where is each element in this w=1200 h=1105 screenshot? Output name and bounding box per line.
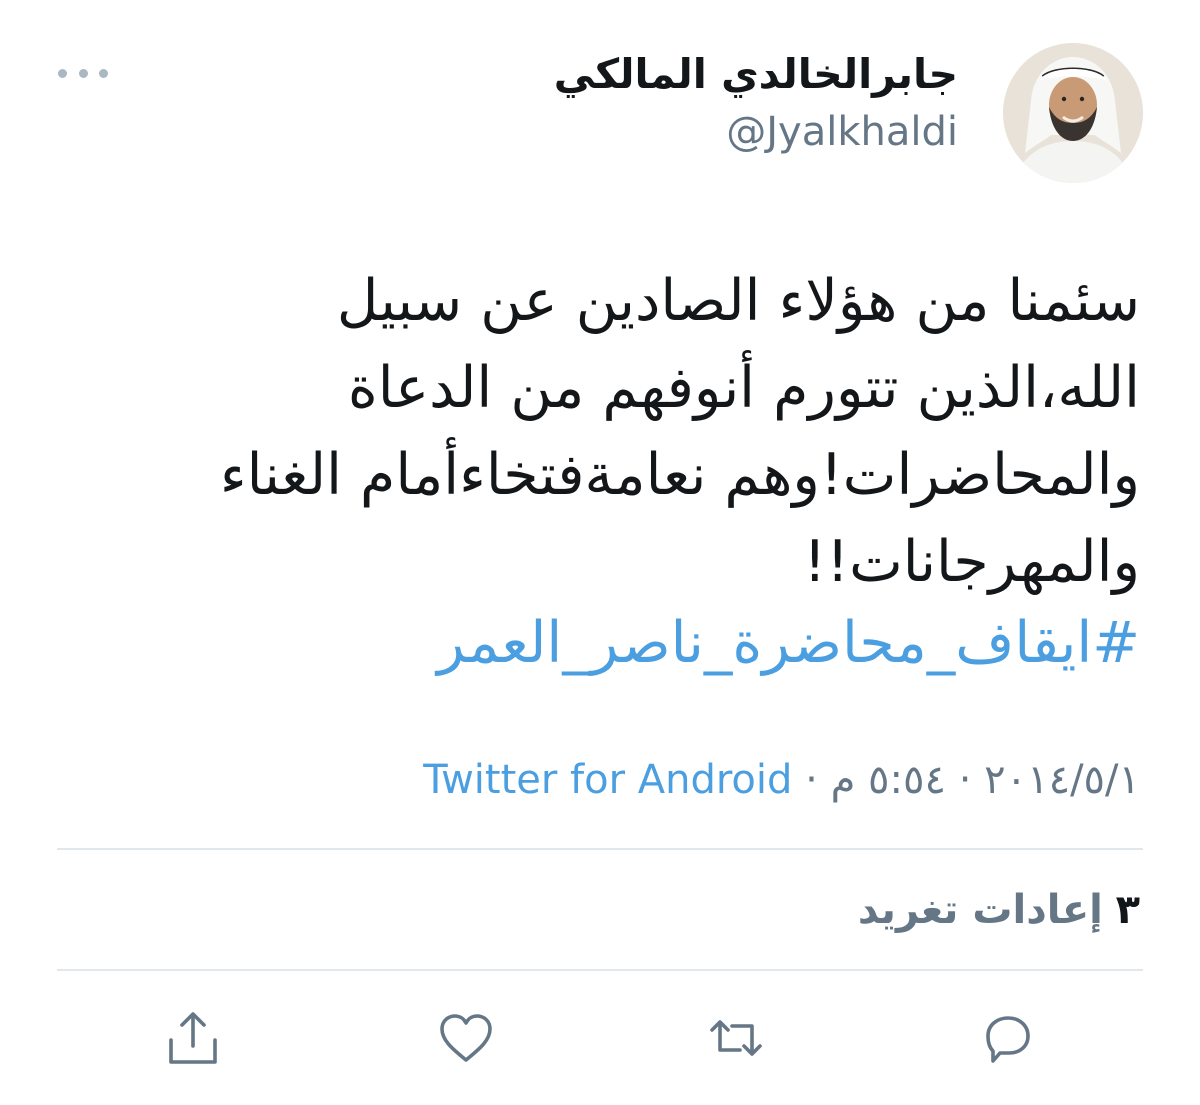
hashtag-link[interactable]: #ايقاف_محاضرة_ناصر_العمر (55, 600, 1140, 687)
meta-separator: · (958, 757, 972, 803)
reply-button[interactable] (976, 1006, 1040, 1070)
divider (57, 969, 1143, 971)
retweet-button[interactable] (704, 1006, 768, 1070)
like-icon (440, 1014, 492, 1062)
tweet-meta: ٢٠١٤/٥/١ · ٥:٥٤ م · Twitter for Android (55, 752, 1140, 808)
avatar-image (1003, 43, 1143, 183)
retweet-icon (710, 1020, 762, 1056)
retweets-label: إعادات تغريد (857, 887, 1103, 933)
author-handle[interactable]: @Jyalkhaldi (258, 104, 958, 160)
retweets-stat[interactable]: ٣ إعادات تغريد (55, 880, 1140, 940)
share-icon (169, 1012, 217, 1064)
tweet-date[interactable]: ٢٠١٤/٥/١ (984, 757, 1140, 803)
more-options-button[interactable] (58, 58, 108, 88)
like-button[interactable] (434, 1006, 498, 1070)
more-dot-icon (58, 68, 67, 78)
divider (57, 848, 1143, 850)
avatar[interactable] (1003, 43, 1143, 183)
reply-icon (986, 1016, 1030, 1063)
tweet-time[interactable]: ٥:٥٤ م (831, 757, 946, 803)
more-dot-icon (78, 68, 88, 78)
retweets-count: ٣ (1115, 887, 1140, 933)
author-name[interactable]: جابرالخالدي المالكي (258, 44, 958, 104)
tweet-text: سئمنا من هؤلاء الصادين عن سبيل الله،الذي… (219, 268, 1140, 595)
tweet-source-link[interactable]: Twitter for Android (423, 757, 792, 803)
meta-separator: · (805, 757, 818, 803)
more-dot-icon (99, 68, 108, 78)
tweet-card: جابرالخالدي المالكي @Jyalkhaldi سئمنا من… (0, 0, 1200, 1105)
share-button[interactable] (161, 1006, 225, 1070)
